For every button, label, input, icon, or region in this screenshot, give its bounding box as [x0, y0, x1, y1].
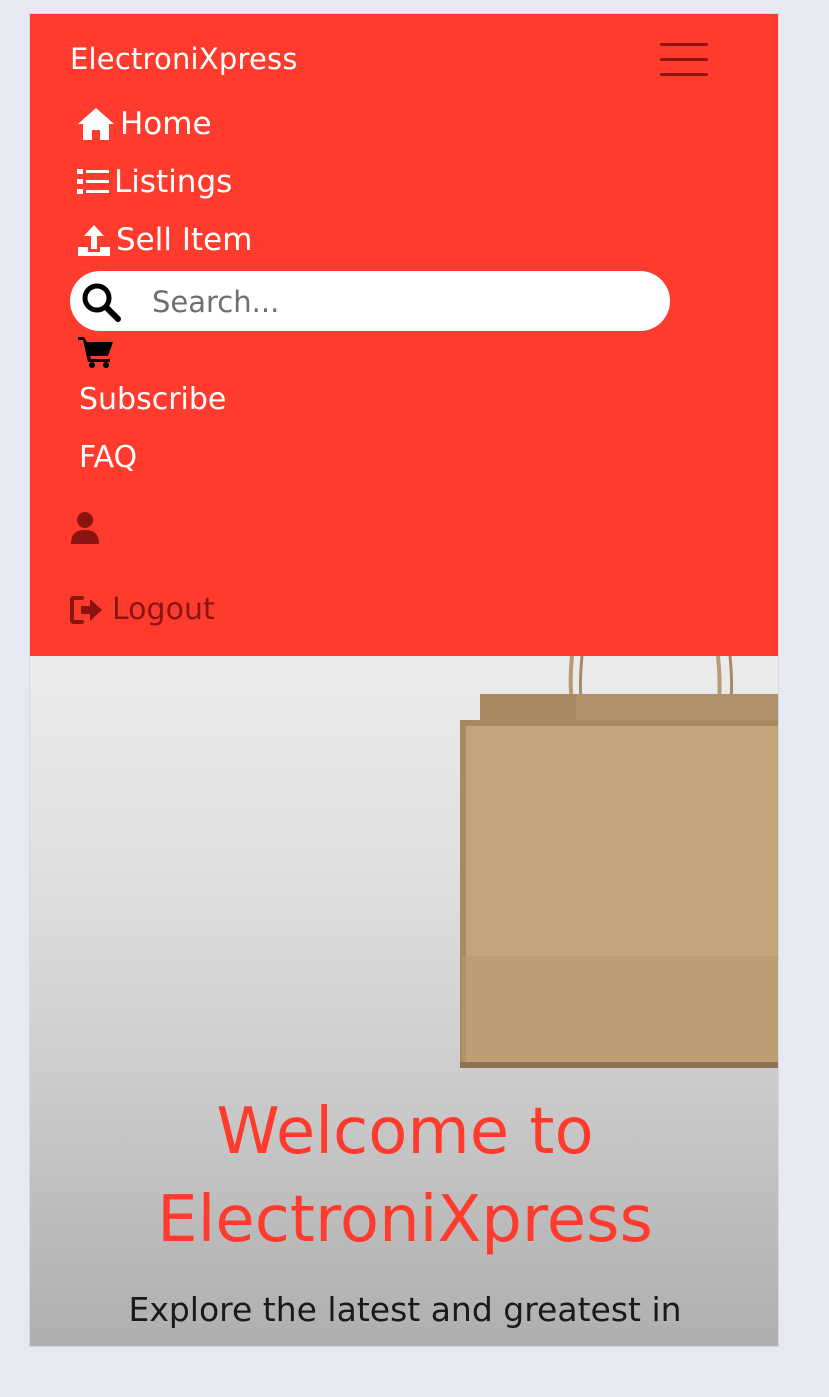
hamburger-line	[660, 58, 708, 61]
hero-title-line2: ElectroniXpress	[157, 1183, 653, 1257]
nav-link-listings[interactable]: Listings	[76, 164, 232, 200]
nav-link-sell-item-label: Sell Item	[116, 222, 253, 258]
shopping-bag-image	[460, 656, 778, 1068]
search-bar	[70, 271, 670, 333]
hero-section: Welcome to ElectroniXpress Explore the l…	[30, 656, 778, 1346]
nav-link-home-label: Home	[120, 106, 212, 142]
nav-link-sell-item[interactable]: Sell Item	[76, 222, 252, 258]
hero-title-line1: Welcome to	[216, 1095, 594, 1169]
nav-link-subscribe[interactable]: Subscribe	[79, 382, 226, 417]
cart-icon	[78, 337, 113, 368]
nav-link-listings-label: Listings	[114, 164, 233, 200]
cart-link[interactable]	[77, 334, 115, 372]
hamburger-icon	[660, 43, 708, 46]
home-icon	[78, 108, 114, 140]
navbar-toggler-button[interactable]	[660, 40, 712, 80]
search-input[interactable]	[150, 271, 654, 333]
navbar: ElectroniXpress Home Listings Sell Item …	[30, 14, 778, 656]
app-viewport: ElectroniXpress Home Listings Sell Item …	[29, 13, 779, 1347]
nav-link-home[interactable]: Home	[76, 106, 212, 142]
brand-logo[interactable]: ElectroniXpress	[70, 42, 298, 76]
logout-icon	[70, 595, 102, 624]
user-icon	[71, 512, 99, 544]
list-icon	[77, 169, 109, 194]
logout-label: Logout	[112, 592, 215, 627]
hero-title: Welcome to ElectroniXpress	[30, 1088, 778, 1264]
nav-link-faq[interactable]: FAQ	[79, 440, 137, 475]
logout-link[interactable]: Logout	[70, 592, 215, 627]
user-account-link[interactable]	[70, 511, 100, 549]
hero-subtitle: Explore the latest and greatest in	[128, 1290, 682, 1329]
hamburger-line	[660, 73, 708, 76]
search-icon[interactable]	[80, 281, 122, 323]
upload-icon	[78, 225, 110, 256]
